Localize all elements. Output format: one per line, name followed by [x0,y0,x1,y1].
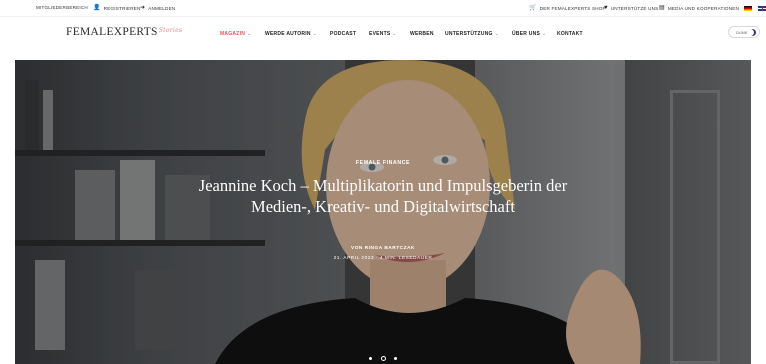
nav-events-label: Events [369,31,391,37]
cart-icon: 🛒 [529,5,537,11]
support-us-link[interactable]: ♥ Unterstütze uns [604,5,658,11]
nav-kontakt[interactable]: Kontakt [557,31,583,37]
user-plus-icon: 👤 [93,5,101,11]
support-us-label: Unterstütze uns [610,5,659,11]
nav-unterstuetzung[interactable]: Unterstützung ⌄ [445,31,499,37]
login-link[interactable]: ➜ Anmelden [140,5,175,11]
slider-dot[interactable] [393,357,397,361]
nav-werde-autorin-label: Werde Autorin [265,31,311,37]
chevron-down-icon: ⌄ [542,31,547,36]
chevron-down-icon: ⌄ [392,31,397,36]
media-cooperations-link[interactable]: ▤ Media und Kooperationen [659,5,739,11]
member-area-label: Mitgliederbereich [36,5,88,10]
shop-label: Der Femalexperts Shop [539,5,606,11]
newspaper-icon: ▤ [659,5,665,11]
dark-mode-toggle[interactable]: Dunkel [728,26,760,38]
hero-slider[interactable]: Female Finance Jeannine Koch – Multiplik… [15,60,751,364]
nav-werde-autorin[interactable]: Werde Autorin ⌄ [265,31,317,37]
slider-pagination [15,350,751,364]
member-area-link[interactable]: Mitgliederbereich [36,5,88,10]
register-label: Registrieren [103,5,141,11]
nav-magazin-label: Magazin [220,31,246,37]
nav-ueber-uns-label: Über uns [512,31,541,37]
german-flag-icon[interactable] [744,6,752,11]
hero-meta: 21. April 2023 · 4 Min. Lesedauer [333,256,433,261]
chevron-down-icon: ⌄ [312,31,317,36]
register-link[interactable]: 👤 Registrieren [93,5,141,11]
english-flag-icon[interactable] [758,6,766,11]
nav-podcast[interactable]: Podcast [330,31,356,37]
logo-subtext: Stories [158,27,183,34]
nav-kontakt-label: Kontakt [557,31,583,37]
nav-events[interactable]: Events ⌄ [369,31,397,37]
nav-podcast-label: Podcast [330,31,357,37]
moon-icon [747,29,756,36]
media-cooperations-label: Media und Kooperationen [667,5,740,11]
nav-ueber-uns[interactable]: Über uns ⌄ [512,31,546,37]
login-icon: ➜ [140,5,146,11]
nav-magazin[interactable]: Magazin ⌄ [220,31,251,37]
hero-author[interactable]: Von Ringa Bartczak [15,246,751,251]
hero-title[interactable]: Jeannine Koch – Multiplikatorin und Impu… [195,175,571,217]
site-logo[interactable]: FEMALEXPERTSStories [66,26,182,38]
shop-link[interactable]: 🛒 Der Femalexperts Shop [529,5,606,11]
chevron-down-icon: ⌄ [494,31,499,36]
login-label: Anmelden [148,5,176,11]
slider-dot[interactable] [369,357,373,361]
heart-icon: ♥ [604,5,608,11]
top-utility-bar: Mitgliederbereich 👤 Registrieren ➜ Anmel… [0,0,766,17]
logo-text: FEMALEXPERTS [66,26,158,38]
nav-werben-label: Werben [410,31,434,37]
hero-category[interactable]: Female Finance [15,160,751,166]
slider-dot-active[interactable] [380,356,386,362]
main-header: FEMALEXPERTSStories Magazin ⌄ Werde Autor… [0,17,766,60]
nav-unterstuetzung-label: Unterstützung [445,31,493,37]
chevron-down-icon: ⌄ [247,31,252,36]
nav-werben[interactable]: Werben [410,31,434,37]
